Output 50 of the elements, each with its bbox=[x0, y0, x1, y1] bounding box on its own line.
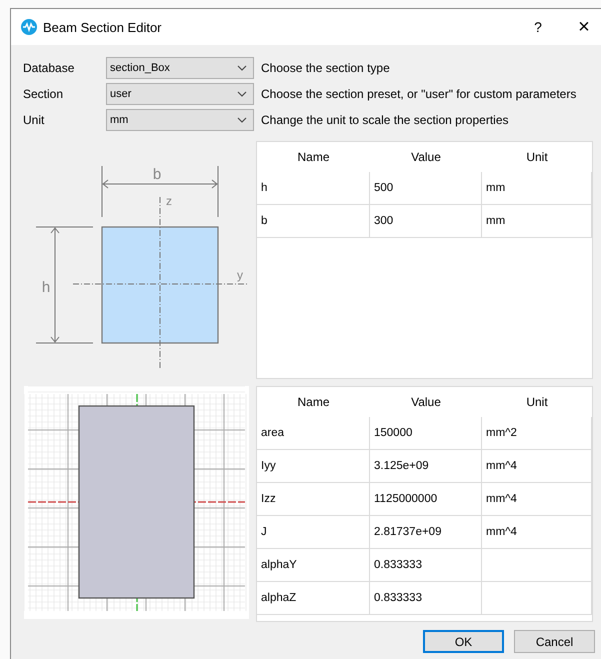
field-label: Unit bbox=[23, 113, 46, 127]
dropdown[interactable]: mm bbox=[106, 109, 254, 131]
table-cell: mm^2 bbox=[482, 417, 592, 450]
height-label: h bbox=[42, 279, 50, 296]
table-cell: alphaY bbox=[257, 549, 370, 582]
field-hint: Change the unit to scale the section properties bbox=[261, 113, 510, 127]
column-header: Name bbox=[296, 149, 330, 166]
table-cell[interactable]: h bbox=[257, 172, 370, 205]
wave-icon bbox=[21, 19, 37, 35]
help-button[interactable]: ? bbox=[515, 9, 561, 45]
table-cell: mm^4 bbox=[482, 483, 592, 516]
table-cell: mm^4 bbox=[482, 450, 592, 483]
table-cell: mm^4 bbox=[482, 516, 592, 549]
table-cell: alphaZ bbox=[257, 582, 370, 615]
table-cell: 0.833333 bbox=[370, 582, 482, 615]
field-label: Section bbox=[23, 87, 64, 101]
table-cell[interactable]: mm bbox=[482, 205, 592, 238]
ok-button[interactable]: OK bbox=[423, 630, 504, 653]
table-cell: Iyy bbox=[257, 450, 370, 483]
table-cell[interactable]: b bbox=[257, 205, 370, 238]
table-cell: 2.81737e+09 bbox=[370, 516, 482, 549]
table-cell[interactable]: mm bbox=[482, 172, 592, 205]
table-cell: area bbox=[257, 417, 370, 450]
cancel-button[interactable]: Cancel bbox=[514, 630, 595, 653]
column-header: Unit bbox=[525, 394, 549, 411]
chevron-down-icon bbox=[237, 91, 247, 97]
dropdown[interactable]: user bbox=[106, 83, 254, 105]
table-cell: Izz bbox=[257, 483, 370, 516]
column-header: Unit bbox=[525, 149, 549, 166]
chevron-down-icon bbox=[237, 65, 247, 71]
table-cell: 3.125e+09 bbox=[370, 450, 482, 483]
column-header: Name bbox=[296, 394, 330, 411]
window-title: Beam Section Editor bbox=[43, 20, 162, 34]
close-button[interactable]: × bbox=[561, 9, 601, 45]
field-label: Database bbox=[23, 61, 76, 75]
chevron-down-icon bbox=[237, 117, 247, 123]
table-cell: 0.833333 bbox=[370, 549, 482, 582]
column-header: Value bbox=[410, 394, 442, 411]
field-hint: Choose the section type bbox=[261, 61, 391, 75]
y-axis-label: y bbox=[237, 268, 243, 282]
table-cell: 1125000000 bbox=[370, 483, 482, 516]
table-cell: J bbox=[257, 516, 370, 549]
z-axis-label: z bbox=[166, 194, 172, 208]
table-cell[interactable]: 300 bbox=[370, 205, 482, 238]
dropdown[interactable]: section_Box bbox=[106, 57, 254, 79]
table-cell: 150000 bbox=[370, 417, 482, 450]
table-cell[interactable]: 500 bbox=[370, 172, 482, 205]
field-hint: Choose the section preset, or "user" for custom parameters bbox=[261, 87, 578, 101]
width-label: b bbox=[152, 166, 162, 183]
column-header: Value bbox=[410, 149, 442, 166]
